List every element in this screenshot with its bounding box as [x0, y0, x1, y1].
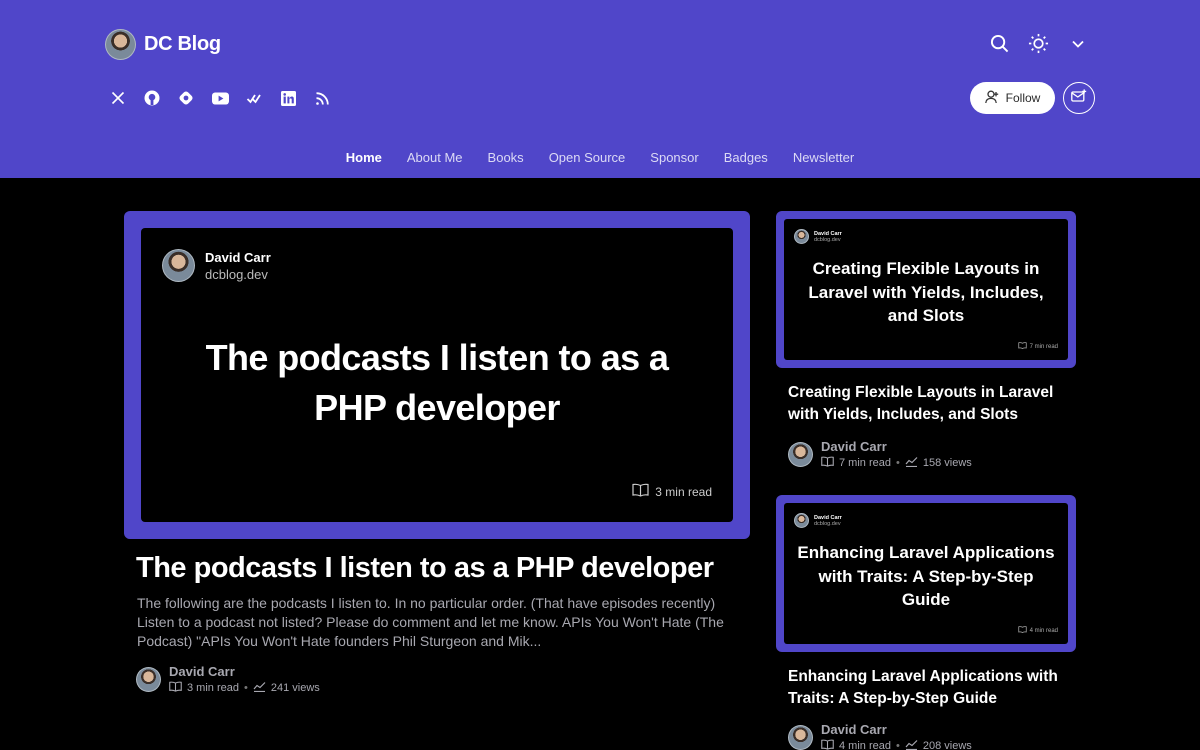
author-name[interactable]: David Carr [169, 664, 320, 679]
views-chart-icon [253, 681, 266, 695]
book-icon [821, 456, 834, 470]
github-icon[interactable] [142, 87, 162, 109]
read-time: 3 min read [187, 682, 239, 694]
hashnode-icon[interactable] [176, 87, 196, 109]
cover-title: The podcasts I listen to as a PHP develo… [205, 337, 669, 428]
separator-dot: • [243, 682, 248, 694]
cover-author-name: David Carr [205, 249, 271, 265]
featured-post-byline: David Carr 3 min read • 241 views [136, 664, 320, 695]
cover-author-site: dcblog.dev [814, 520, 841, 527]
follow-button[interactable]: Follow [970, 82, 1055, 114]
brand-link[interactable]: DC Blog [105, 29, 221, 60]
author-name[interactable]: David Carr [821, 722, 972, 737]
search-icon[interactable] [989, 33, 1010, 54]
x-icon[interactable] [108, 87, 128, 109]
author-avatar[interactable] [136, 667, 161, 692]
author-name[interactable]: David Carr [821, 439, 972, 454]
social-links [108, 87, 332, 109]
book-icon [1018, 342, 1027, 351]
sun-icon[interactable] [1028, 33, 1049, 54]
youtube-icon[interactable] [210, 87, 230, 109]
nav-badges[interactable]: Badges [724, 150, 768, 165]
post-cover[interactable]: David Carr dcblog.dev Creating Flexible … [776, 211, 1076, 368]
main-nav: Home About Me Books Open Source Sponsor … [0, 150, 1200, 165]
nav-about-me[interactable]: About Me [407, 150, 463, 165]
view-count: 241 views [270, 682, 320, 694]
cover-read-time: 4 min read [1029, 627, 1058, 634]
read-time: 7 min read [839, 457, 891, 469]
featured-post-title[interactable]: The podcasts I listen to as a PHP develo… [136, 552, 714, 585]
site-header: DC Blog Follow Home About Me Books Open … [0, 0, 1200, 178]
book-icon [632, 483, 649, 500]
separator-dot: • [895, 740, 900, 750]
cover-author-avatar [794, 513, 809, 528]
nav-books[interactable]: Books [488, 150, 524, 165]
read-time: 4 min read [839, 740, 891, 750]
nav-home[interactable]: Home [346, 150, 382, 165]
cover-author-avatar [162, 249, 195, 282]
dev-icon[interactable] [244, 87, 264, 109]
post-title[interactable]: Enhancing Laravel Applications with Trai… [788, 666, 1073, 710]
view-count: 158 views [922, 457, 972, 469]
book-icon [821, 739, 834, 750]
nav-newsletter[interactable]: Newsletter [793, 150, 854, 165]
nav-open-source[interactable]: Open Source [549, 150, 626, 165]
cover-author-site: dcblog.dev [205, 266, 268, 282]
separator-dot: • [895, 457, 900, 469]
chevron-down-icon[interactable] [1067, 33, 1088, 54]
post-cover[interactable]: David Carr dcblog.dev Enhancing Laravel … [776, 495, 1076, 652]
user-plus-icon [984, 90, 1000, 107]
views-chart-icon [905, 456, 918, 470]
rss-icon[interactable] [312, 87, 332, 109]
linkedin-icon[interactable] [278, 87, 298, 109]
cover-title: Creating Flexible Layouts in Laravel wit… [808, 259, 1044, 325]
nav-sponsor[interactable]: Sponsor [650, 150, 698, 165]
view-count: 208 views [922, 740, 972, 750]
subscribe-newsletter-button[interactable] [1063, 82, 1095, 114]
post-byline: David Carr 4 min read • 208 views [788, 722, 972, 750]
cover-author-name: David Carr [814, 230, 842, 237]
book-icon [1018, 626, 1027, 635]
post-byline: David Carr 7 min read • 158 views [788, 439, 972, 470]
brand-avatar [105, 29, 136, 60]
cover-read-time: 7 min read [1029, 343, 1058, 350]
views-chart-icon [905, 739, 918, 750]
cover-title: Enhancing Laravel Applications with Trai… [797, 543, 1055, 609]
featured-post-excerpt: The following are the podcasts I listen … [137, 595, 724, 649]
cover-author-avatar [794, 229, 809, 244]
post-title[interactable]: Creating Flexible Layouts in Laravel wit… [788, 382, 1073, 426]
follow-label: Follow [1005, 91, 1041, 105]
cover-author-site: dcblog.dev [814, 236, 841, 243]
book-icon [169, 681, 182, 695]
author-avatar[interactable] [788, 725, 813, 750]
mail-plus-icon [1071, 88, 1087, 108]
cover-author-name: David Carr [814, 514, 842, 521]
brand-name: DC Blog [144, 33, 221, 55]
cover-read-time: 3 min read [655, 484, 712, 499]
featured-post-cover[interactable]: David Carr dcblog.dev The podcasts I lis… [124, 211, 750, 539]
author-avatar[interactable] [788, 442, 813, 467]
